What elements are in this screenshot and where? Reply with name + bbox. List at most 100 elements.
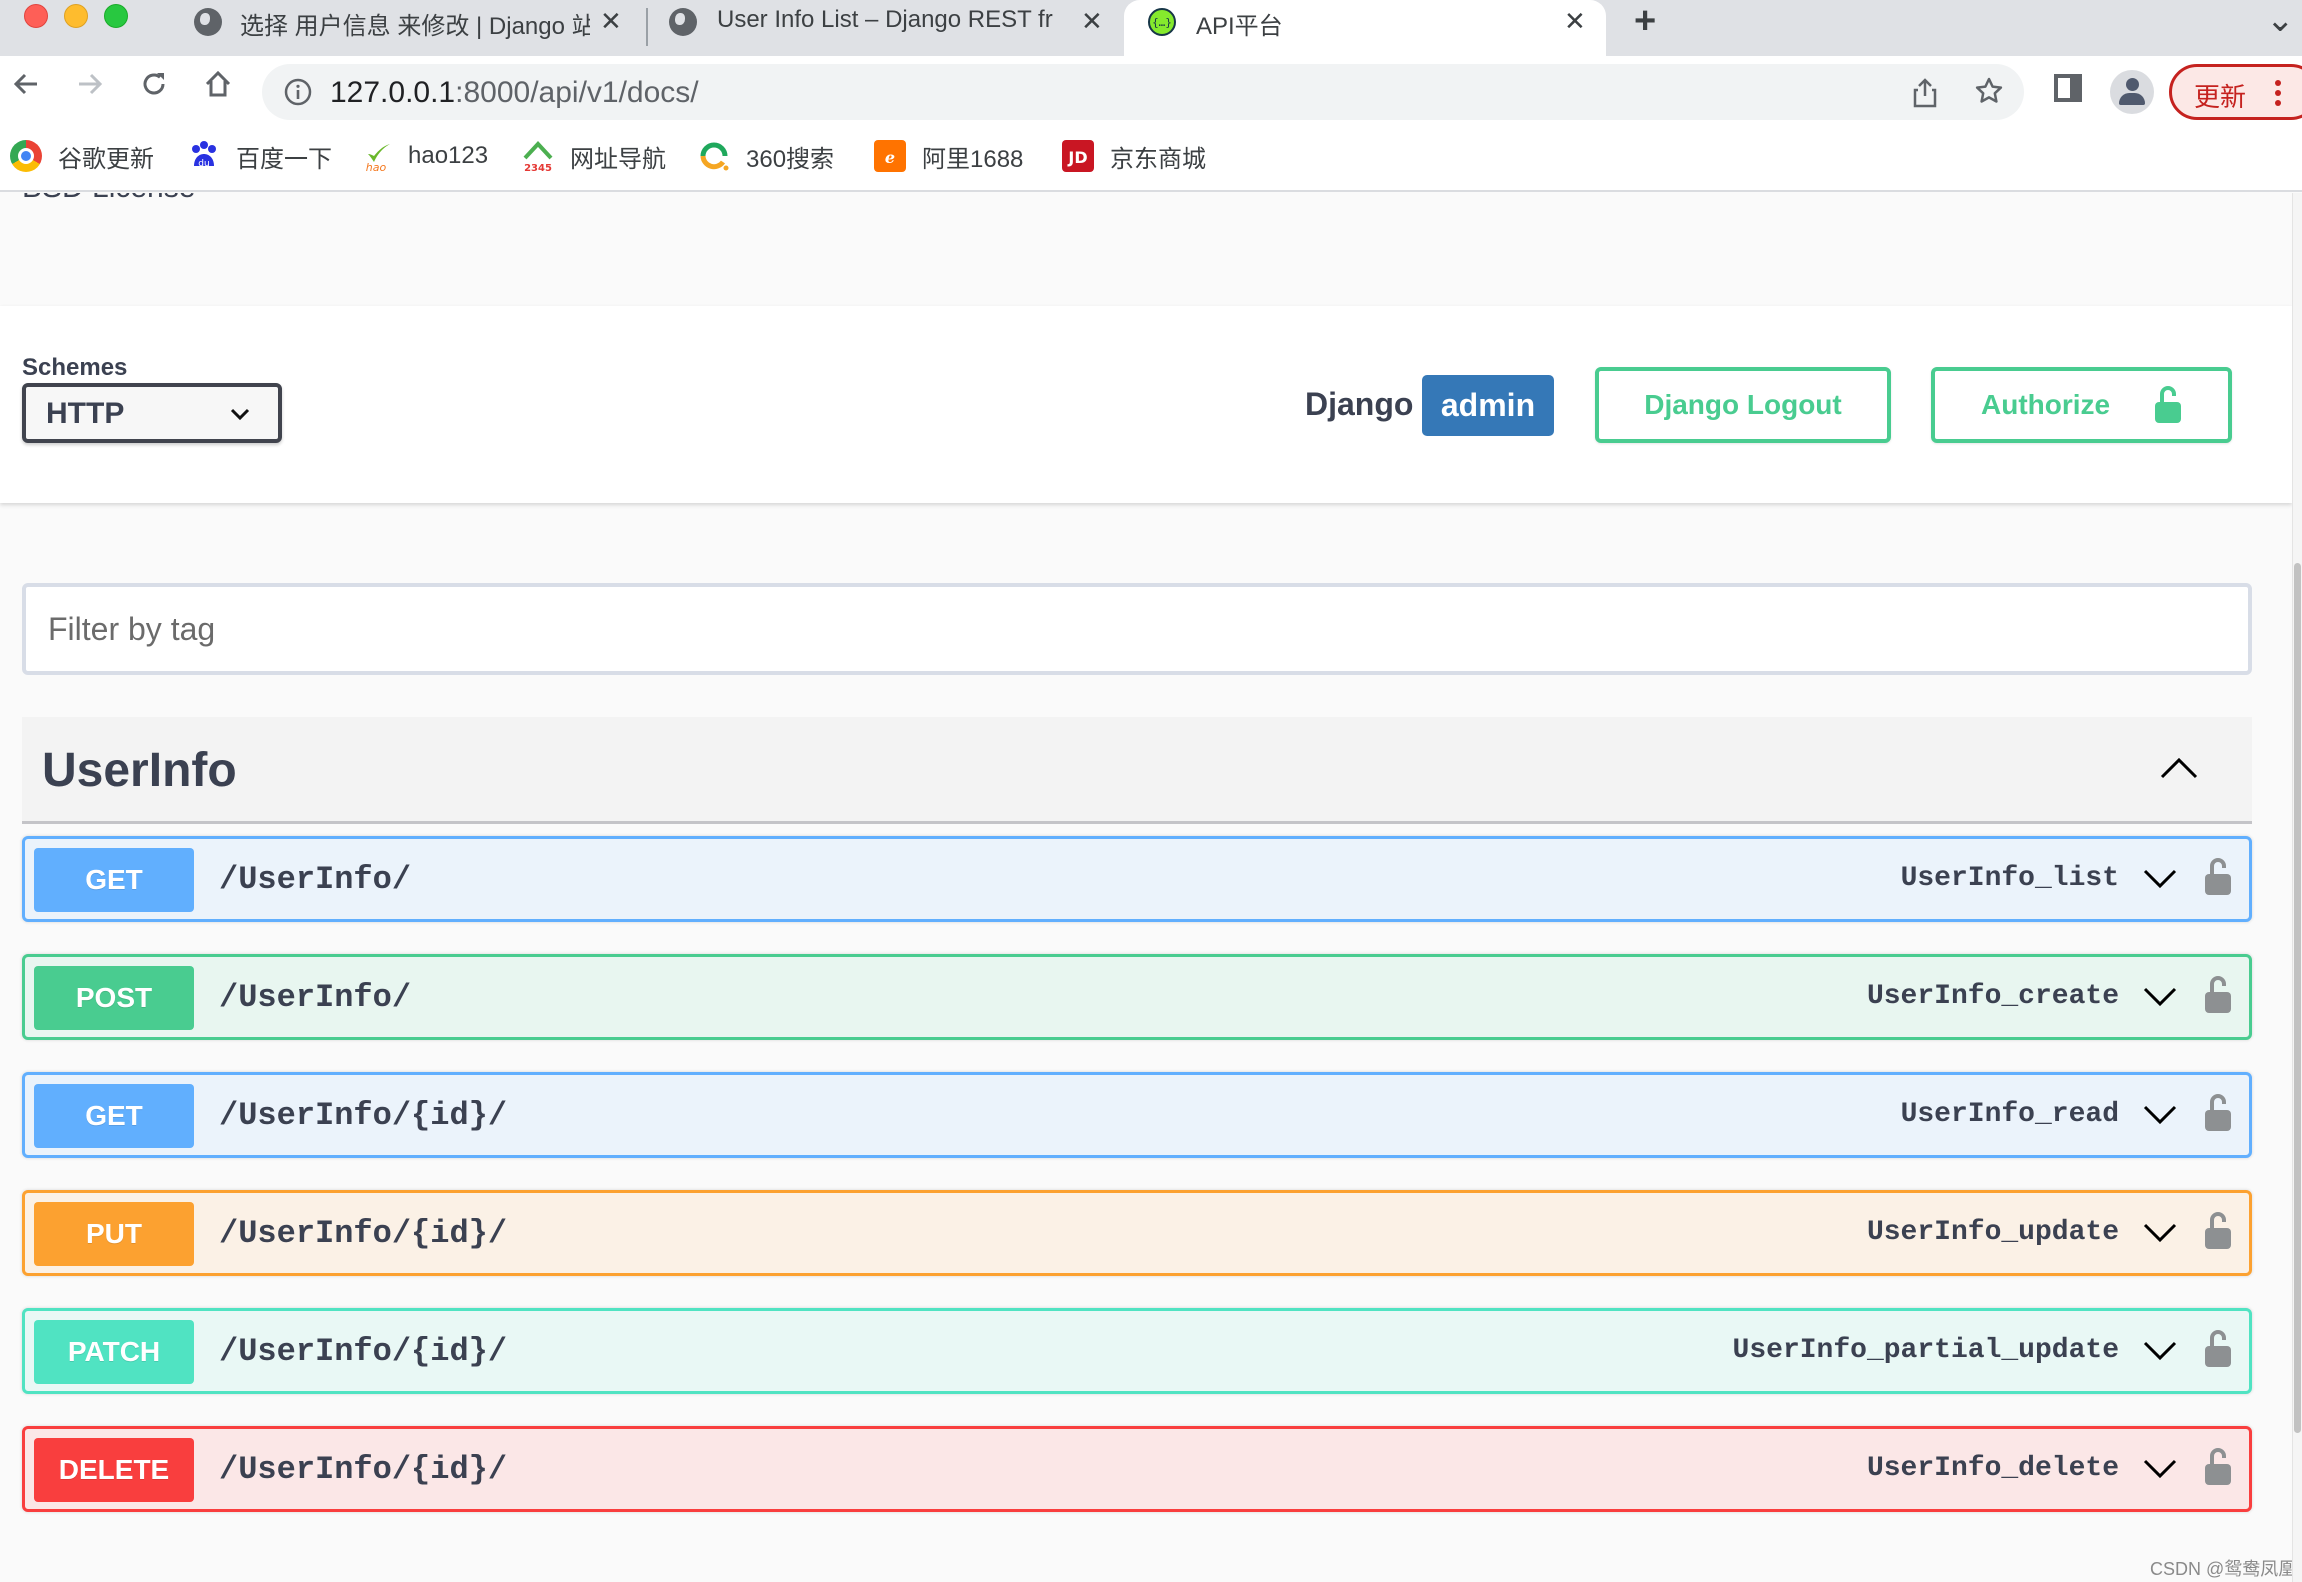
tab-title: API平台 — [1196, 13, 1283, 40]
chevron-down-icon[interactable] — [2143, 1459, 2177, 1479]
operation-id: UserInfo_list — [1900, 863, 2119, 894]
tab-search-chevron-icon[interactable]: ⌄ — [2266, 0, 2295, 40]
new-tab-button[interactable]: + — [1634, 0, 1656, 43]
schemes-label: Schemes — [22, 354, 128, 381]
operation-path: /UserInfo/ — [219, 979, 412, 1016]
scrollbar-thumb[interactable] — [2294, 563, 2301, 1433]
browser-toolbar: 127.0.0.1:8000/api/v1/docs/ 更新 — [0, 56, 2302, 128]
bookmark-item[interactable]: 谷歌更新 — [10, 140, 154, 173]
svg-text:2345: 2345 — [524, 163, 552, 172]
http-method-badge: DELETE — [34, 1438, 194, 1502]
bookmark-label: 阿里1688 — [922, 145, 1024, 173]
side-panel-icon[interactable] — [2054, 74, 2082, 102]
bookmark-star-icon[interactable] — [1974, 76, 2004, 106]
browser-tab-1[interactable]: 选择 用户信息 来修改 | Django 站 ✕ — [180, 0, 640, 56]
tab-title: 选择 用户信息 来修改 | Django 站 — [240, 13, 590, 40]
browser-tab-active[interactable]: {…} API平台 ✕ — [1124, 0, 1606, 56]
window-close-button[interactable] — [24, 4, 48, 28]
authorize-button[interactable]: Authorize — [1931, 367, 2232, 443]
operation-id: UserInfo_partial_update — [1732, 1335, 2119, 1366]
browser-tab-2[interactable]: User Info List – Django REST fr ✕ — [655, 0, 1115, 56]
svg-text:{…}: {…} — [1152, 16, 1172, 29]
chevron-down-icon — [230, 408, 250, 421]
share-icon[interactable] — [1912, 78, 1938, 108]
operation-put-update[interactable]: PUT/UserInfo/{id}/ UserInfo_update — [22, 1190, 2252, 1276]
site-info-icon[interactable] — [284, 78, 312, 106]
operation-get-list[interactable]: GET/UserInfo/UserInfo_list — [22, 836, 2252, 922]
operation-get-read[interactable]: GET/UserInfo/{id}/ UserInfo_read — [22, 1072, 2252, 1158]
360-search-icon — [698, 140, 730, 172]
chevron-down-icon[interactable] — [2143, 987, 2177, 1007]
chrome-icon — [10, 140, 42, 172]
operation-post-create[interactable]: POST/UserInfo/UserInfo_create — [22, 954, 2252, 1040]
tab-separator — [646, 8, 648, 46]
tab-title: User Info List – Django REST fr — [717, 6, 1053, 33]
chevron-down-icon[interactable] — [2143, 1105, 2177, 1125]
close-tab-icon[interactable]: ✕ — [600, 6, 622, 37]
bookmark-item[interactable]: 2345 网址导航 — [522, 140, 666, 174]
operation-path: /UserInfo/{id}/ — [219, 1333, 508, 1370]
tag-section-userinfo[interactable]: UserInfo — [22, 717, 2252, 824]
unlock-icon[interactable] — [2203, 1329, 2233, 1369]
back-button[interactable] — [6, 64, 46, 104]
page-scrollbar[interactable] — [2292, 193, 2302, 1582]
chevron-down-icon[interactable] — [2143, 1341, 2177, 1361]
operation-id: UserInfo_delete — [1866, 1453, 2119, 1484]
filter-by-tag-input[interactable] — [22, 583, 2252, 675]
operation-path: /UserInfo/{id}/ — [219, 1097, 508, 1134]
reload-button[interactable] — [134, 64, 174, 104]
globe-icon — [669, 8, 697, 36]
bookmark-item[interactable]: du 百度一下 — [188, 140, 332, 173]
http-method-badge: PUT — [34, 1202, 194, 1266]
chevron-down-icon[interactable] — [2143, 1223, 2177, 1243]
user-badge: admin — [1422, 375, 1554, 436]
svg-text:du: du — [198, 159, 209, 169]
profile-avatar[interactable] — [2110, 70, 2154, 114]
bookmark-label: hao123 — [408, 142, 489, 169]
window-minimize-button[interactable] — [64, 4, 88, 28]
jd-icon: JD — [1062, 140, 1094, 172]
address-bar[interactable]: 127.0.0.1:8000/api/v1/docs/ — [262, 64, 2024, 120]
logout-label: Django Logout — [1644, 389, 1842, 420]
browser-tab-bar: 选择 用户信息 来修改 | Django 站 ✕ User Info List … — [0, 0, 2302, 56]
http-method-badge: POST — [34, 966, 194, 1030]
bookmark-item[interactable]: e 阿里1688 — [874, 140, 1024, 173]
django-logout-button[interactable]: Django Logout — [1595, 367, 1891, 443]
chevron-down-icon[interactable] — [2143, 869, 2177, 889]
close-tab-icon[interactable]: ✕ — [1081, 6, 1103, 37]
forward-button[interactable] — [70, 64, 110, 104]
operation-id: UserInfo_read — [1900, 1099, 2119, 1130]
django-label: Django — [1305, 386, 1414, 422]
bookmark-label: 百度一下 — [236, 145, 332, 173]
person-icon-body — [2119, 93, 2145, 105]
unlock-icon[interactable] — [2203, 857, 2233, 897]
bookmark-item[interactable]: JD 京东商城 — [1062, 140, 1206, 173]
home-button[interactable] — [198, 64, 238, 104]
operation-id: UserInfo_create — [1866, 981, 2119, 1012]
authorize-label: Authorize — [1981, 389, 2111, 420]
url-text[interactable]: 127.0.0.1:8000/api/v1/docs/ — [330, 76, 699, 110]
2345-icon: 2345 — [522, 140, 554, 174]
bookmark-item[interactable]: hao hao123 — [360, 140, 489, 174]
close-tab-icon[interactable]: ✕ — [1564, 6, 1586, 37]
browser-update-button[interactable]: 更新 — [2169, 64, 2302, 120]
person-icon — [2126, 78, 2139, 91]
unlock-icon[interactable] — [2203, 975, 2233, 1015]
more-vertical-icon[interactable] — [2274, 79, 2282, 107]
schemes-select[interactable]: HTTP — [22, 383, 282, 443]
operation-patch-partial-update[interactable]: PATCH/UserInfo/{id}/ UserInfo_partial_upd… — [22, 1308, 2252, 1394]
http-method-badge: PATCH — [34, 1320, 194, 1384]
schemes-selected-value: HTTP — [46, 397, 125, 430]
unlock-icon[interactable] — [2203, 1211, 2233, 1251]
operation-delete-delete[interactable]: DELETE/UserInfo/{id}/ UserInfo_delete — [22, 1426, 2252, 1512]
bookmark-item[interactable]: 360搜索 — [698, 140, 834, 173]
unlock-icon[interactable] — [2203, 1093, 2233, 1133]
arrow-right-icon — [79, 73, 103, 95]
bookmark-label: 网址导航 — [570, 145, 666, 173]
unlock-icon[interactable] — [2203, 1447, 2233, 1487]
window-zoom-button[interactable] — [104, 4, 128, 28]
license-link[interactable]: BSD License — [22, 193, 195, 205]
svg-text:e: e — [885, 148, 895, 167]
chevron-up-icon[interactable] — [2160, 757, 2198, 779]
operation-path: /UserInfo/ — [219, 861, 412, 898]
